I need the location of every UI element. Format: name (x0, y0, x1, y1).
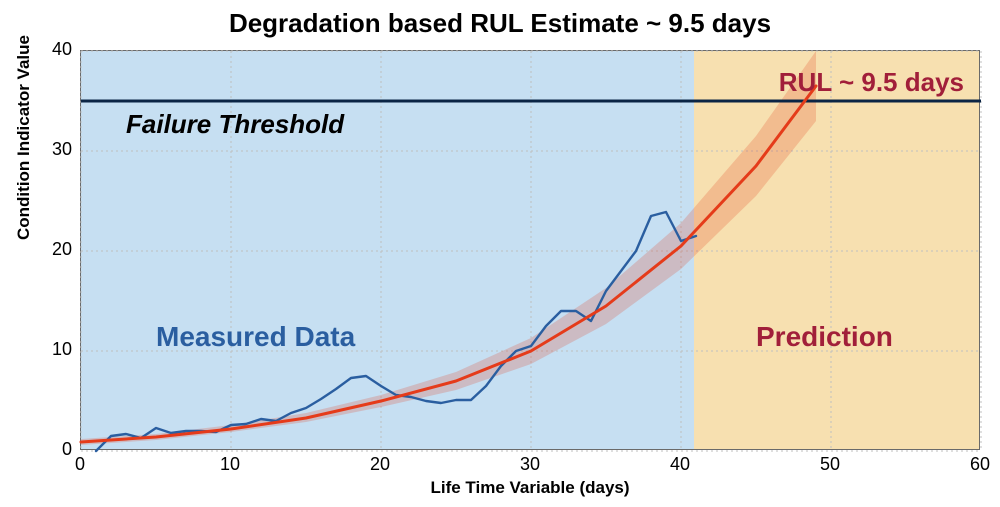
y-tick-label: 40 (32, 39, 72, 60)
failure-threshold-label: Failure Threshold (126, 109, 344, 140)
x-tick-label: 60 (960, 454, 1000, 475)
y-tick-label: 30 (32, 139, 72, 160)
x-tick-label: 50 (810, 454, 850, 475)
x-axis-label: Life Time Variable (days) (80, 478, 980, 498)
measured-data-label: Measured Data (156, 321, 355, 353)
x-tick-label: 10 (210, 454, 250, 475)
y-tick-label: 10 (32, 339, 72, 360)
x-tick-label: 40 (660, 454, 700, 475)
y-tick-label: 20 (32, 239, 72, 260)
plot-area: Failure Threshold RUL ~ 9.5 days Measure… (80, 50, 980, 450)
rul-chart: Degradation based RUL Estimate ~ 9.5 day… (0, 0, 1000, 507)
prediction-label: Prediction (756, 321, 893, 353)
rul-label: RUL ~ 9.5 days (779, 67, 964, 98)
x-tick-label: 0 (60, 454, 100, 475)
chart-title: Degradation based RUL Estimate ~ 9.5 day… (0, 8, 1000, 39)
y-axis-label: Condition Indicator Value (14, 35, 34, 240)
x-tick-label: 20 (360, 454, 400, 475)
x-tick-label: 30 (510, 454, 550, 475)
